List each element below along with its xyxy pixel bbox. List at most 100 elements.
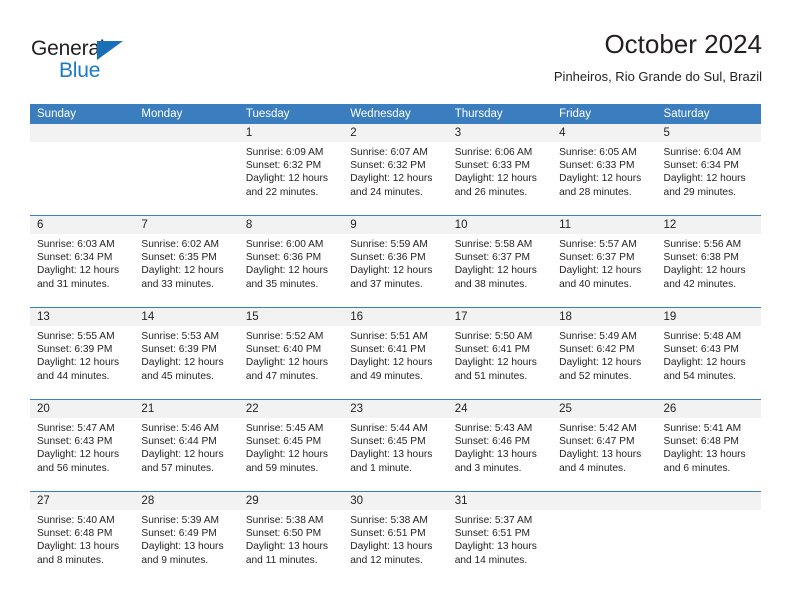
day-number	[134, 124, 239, 142]
day-cell-inner: 5 Sunrise: 6:04 AM Sunset: 6:34 PM Daylight…	[656, 124, 761, 215]
calendar-day-cell[interactable]: 8 Sunrise: 6:00 AM Sunset: 6:36 PM Daylight…	[238, 215, 344, 308]
sunset-text: Sunset: 6:40 PM	[245, 344, 322, 356]
sunrise-text: Sunrise: 5:48 AM	[663, 331, 742, 342]
sunrise-text: Sunrise: 5:51 AM	[350, 331, 428, 342]
calendar-day-cell[interactable]: 21 Sunrise: 5:46 AM Sunset: 6:44 PM Dayligh…	[134, 399, 239, 492]
day-details: Sunrise: 5:56 AM Sunset: 6:38 PM Daylight:…	[657, 234, 761, 291]
calendar-day-cell[interactable]: 30 Sunrise: 5:38 AM Sunset: 6:51 PM Dayligh…	[343, 491, 448, 583]
calendar-day-cell[interactable]: 7 Sunrise: 6:02 AM Sunset: 6:35 PM Daylight…	[134, 215, 239, 308]
sunset-text: Sunset: 6:39 PM	[37, 344, 113, 356]
day-number: 22	[238, 400, 344, 418]
sunset-text: Sunset: 6:44 PM	[141, 436, 217, 448]
day-cell-inner: 17 Sunrise: 5:50 AM Sunset: 6:41 PM Dayligh…	[447, 308, 553, 399]
sunrise-text: Sunrise: 6:00 AM	[245, 239, 324, 250]
day-cell-inner: 29 Sunrise: 5:38 AM Sunset: 6:50 PM Dayligh…	[238, 492, 344, 583]
calendar-day-cell-empty	[30, 124, 135, 216]
day-number: 19	[656, 308, 761, 326]
calendar-week-row: 27 Sunrise: 5:40 AM Sunset: 6:48 PM Dayligh…	[30, 491, 761, 583]
day-cell-inner: 27 Sunrise: 5:40 AM Sunset: 6:48 PM Dayligh…	[30, 492, 135, 583]
sunrise-text: Sunrise: 6:04 AM	[663, 147, 742, 158]
calendar-header-row: Sunday Monday Tuesday Wednesday Thursday…	[30, 104, 761, 124]
day-number: 11	[552, 216, 657, 234]
daylight-text: Daylight: 12 hours and 56 minutes.	[37, 449, 120, 474]
calendar-day-cell[interactable]: 3 Sunrise: 6:06 AM Sunset: 6:33 PM Daylight…	[447, 124, 553, 216]
sunset-text: Sunset: 6:48 PM	[37, 528, 113, 540]
day-cell-inner: 21 Sunrise: 5:46 AM Sunset: 6:44 PM Dayligh…	[134, 400, 239, 491]
calendar-day-cell[interactable]: 9 Sunrise: 5:59 AM Sunset: 6:36 PM Daylight…	[343, 215, 448, 308]
calendar-day-cell[interactable]: 2 Sunrise: 6:07 AM Sunset: 6:32 PM Daylight…	[343, 124, 448, 216]
calendar-week-row: 1 Sunrise: 6:09 AM Sunset: 6:32 PM Daylight…	[30, 124, 761, 216]
calendar-day-cell[interactable]: 1 Sunrise: 6:09 AM Sunset: 6:32 PM Daylight…	[238, 124, 344, 216]
day-number: 1	[238, 124, 344, 142]
weekday-header-wednesday: Wednesday	[343, 104, 448, 124]
calendar-week-row: 6 Sunrise: 6:03 AM Sunset: 6:34 PM Daylight…	[30, 215, 761, 308]
day-cell-inner: 23 Sunrise: 5:44 AM Sunset: 6:45 PM Dayligh…	[343, 400, 448, 491]
day-details: Sunrise: 6:06 AM Sunset: 6:33 PM Daylight:…	[448, 142, 552, 199]
sunrise-text: Sunrise: 5:56 AM	[663, 239, 742, 250]
calendar-day-cell[interactable]: 15 Sunrise: 5:52 AM Sunset: 6:40 PM Dayligh…	[238, 307, 344, 400]
calendar-day-cell[interactable]: 19 Sunrise: 5:48 AM Sunset: 6:43 PM Dayligh…	[656, 307, 761, 400]
calendar-day-cell[interactable]: 6 Sunrise: 6:03 AM Sunset: 6:34 PM Daylight…	[30, 215, 135, 308]
calendar-day-cell[interactable]: 27 Sunrise: 5:40 AM Sunset: 6:48 PM Dayligh…	[30, 491, 135, 583]
day-details: Sunrise: 5:38 AM Sunset: 6:51 PM Daylight:…	[343, 510, 447, 567]
day-number: 7	[134, 216, 239, 234]
day-details: Sunrise: 5:51 AM Sunset: 6:41 PM Daylight:…	[343, 326, 447, 383]
sunset-text: Sunset: 6:43 PM	[663, 344, 739, 356]
sunset-text: Sunset: 6:50 PM	[245, 528, 322, 540]
sunset-text: Sunset: 6:38 PM	[663, 252, 739, 264]
calendar-day-cell[interactable]: 31 Sunrise: 5:37 AM Sunset: 6:51 PM Dayligh…	[447, 491, 553, 583]
calendar-day-cell[interactable]: 29 Sunrise: 5:38 AM Sunset: 6:50 PM Dayligh…	[238, 491, 344, 583]
calendar-day-cell[interactable]: 18 Sunrise: 5:49 AM Sunset: 6:42 PM Dayligh…	[552, 307, 657, 400]
calendar-day-cell[interactable]: 20 Sunrise: 5:47 AM Sunset: 6:43 PM Dayligh…	[30, 399, 135, 492]
day-cell-inner: 16 Sunrise: 5:51 AM Sunset: 6:41 PM Dayligh…	[343, 308, 448, 399]
calendar-day-cell[interactable]: 22 Sunrise: 5:45 AM Sunset: 6:45 PM Dayligh…	[238, 399, 344, 492]
day-details: Sunrise: 5:48 AM Sunset: 6:43 PM Daylight:…	[657, 326, 761, 383]
day-number: 5	[656, 124, 761, 142]
day-cell-inner: 15 Sunrise: 5:52 AM Sunset: 6:40 PM Dayligh…	[238, 308, 344, 399]
day-number: 29	[238, 492, 344, 510]
calendar-day-cell[interactable]: 12 Sunrise: 5:56 AM Sunset: 6:38 PM Dayligh…	[656, 215, 761, 308]
calendar-day-cell[interactable]: 14 Sunrise: 5:53 AM Sunset: 6:39 PM Dayligh…	[134, 307, 239, 400]
day-number: 31	[447, 492, 553, 510]
sunrise-text: Sunrise: 5:58 AM	[454, 239, 533, 250]
daylight-text: Daylight: 12 hours and 52 minutes.	[559, 357, 642, 382]
daylight-text: Daylight: 12 hours and 29 minutes.	[663, 173, 746, 198]
day-cell-inner: 19 Sunrise: 5:48 AM Sunset: 6:43 PM Dayligh…	[656, 308, 761, 399]
logo-text-blue: Blue	[59, 59, 101, 82]
daylight-text: Daylight: 13 hours and 3 minutes.	[454, 449, 537, 474]
weekday-header-sunday: Sunday	[30, 104, 135, 124]
calendar-day-cell[interactable]: 11 Sunrise: 5:57 AM Sunset: 6:37 PM Dayligh…	[552, 215, 657, 308]
calendar-day-cell[interactable]: 10 Sunrise: 5:58 AM Sunset: 6:37 PM Dayligh…	[447, 215, 553, 308]
daylight-text: Daylight: 12 hours and 26 minutes.	[454, 173, 537, 198]
day-cell-inner: 4 Sunrise: 6:05 AM Sunset: 6:33 PM Daylight…	[552, 124, 657, 215]
calendar-day-cell[interactable]: 17 Sunrise: 5:50 AM Sunset: 6:41 PM Dayligh…	[447, 307, 553, 400]
sunrise-text: Sunrise: 5:55 AM	[37, 331, 115, 342]
calendar-day-cell[interactable]: 26 Sunrise: 5:41 AM Sunset: 6:48 PM Dayligh…	[656, 399, 761, 492]
calendar-day-cell[interactable]: 13 Sunrise: 5:55 AM Sunset: 6:39 PM Dayligh…	[30, 307, 135, 400]
sunset-text: Sunset: 6:36 PM	[245, 252, 322, 264]
day-details: Sunrise: 6:03 AM Sunset: 6:34 PM Daylight:…	[30, 234, 134, 291]
day-number: 3	[447, 124, 553, 142]
day-details: Sunrise: 6:09 AM Sunset: 6:32 PM Daylight:…	[239, 142, 343, 199]
sunrise-text: Sunrise: 6:02 AM	[141, 239, 220, 250]
day-cell-inner: 18 Sunrise: 5:49 AM Sunset: 6:42 PM Dayligh…	[552, 308, 657, 399]
day-number: 21	[134, 400, 239, 418]
day-details: Sunrise: 6:04 AM Sunset: 6:34 PM Daylight:…	[657, 142, 761, 199]
sunset-text: Sunset: 6:49 PM	[141, 528, 217, 540]
calendar-day-cell[interactable]: 16 Sunrise: 5:51 AM Sunset: 6:41 PM Dayligh…	[343, 307, 448, 400]
calendar-day-cell[interactable]: 24 Sunrise: 5:43 AM Sunset: 6:46 PM Dayligh…	[447, 399, 553, 492]
calendar-day-cell[interactable]: 25 Sunrise: 5:42 AM Sunset: 6:47 PM Dayligh…	[552, 399, 657, 492]
sunset-text: Sunset: 6:37 PM	[454, 252, 531, 264]
calendar-table: Sunday Monday Tuesday Wednesday Thursday…	[30, 104, 761, 583]
sunrise-text: Sunrise: 5:45 AM	[245, 423, 324, 434]
day-details: Sunrise: 5:52 AM Sunset: 6:40 PM Daylight:…	[239, 326, 343, 383]
day-cell-inner: 22 Sunrise: 5:45 AM Sunset: 6:45 PM Dayligh…	[238, 400, 344, 491]
sunrise-text: Sunrise: 5:52 AM	[245, 331, 324, 342]
daylight-text: Daylight: 12 hours and 35 minutes.	[245, 265, 328, 290]
calendar-day-cell[interactable]: 23 Sunrise: 5:44 AM Sunset: 6:45 PM Dayligh…	[343, 399, 448, 492]
day-details: Sunrise: 5:38 AM Sunset: 6:50 PM Daylight:…	[239, 510, 343, 567]
calendar-day-cell[interactable]: 5 Sunrise: 6:04 AM Sunset: 6:34 PM Daylight…	[656, 124, 761, 216]
day-details: Sunrise: 5:37 AM Sunset: 6:51 PM Daylight:…	[448, 510, 552, 567]
calendar-day-cell[interactable]: 4 Sunrise: 6:05 AM Sunset: 6:33 PM Daylight…	[552, 124, 657, 216]
calendar-day-cell[interactable]: 28 Sunrise: 5:39 AM Sunset: 6:49 PM Dayligh…	[134, 491, 239, 583]
